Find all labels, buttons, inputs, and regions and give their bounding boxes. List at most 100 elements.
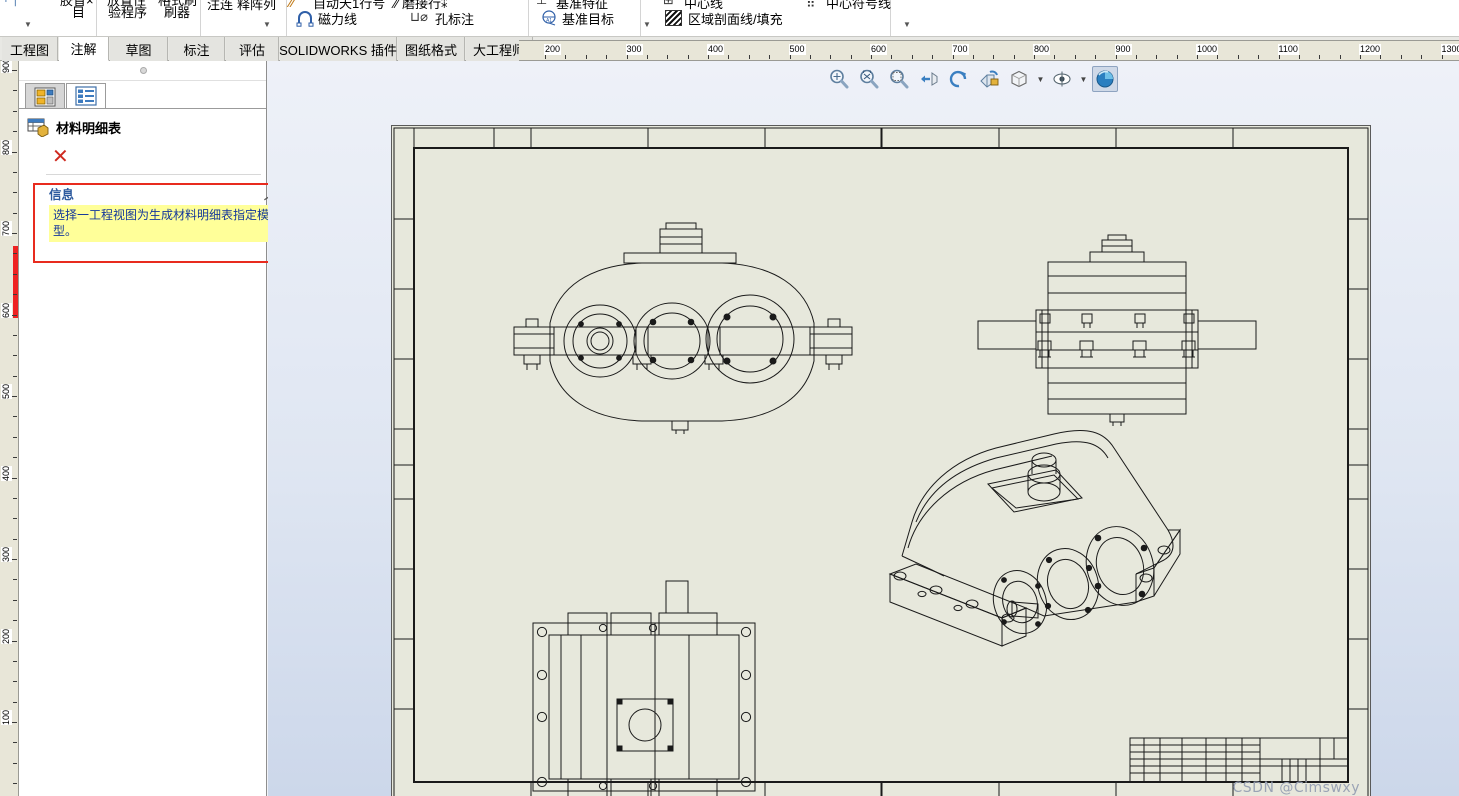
cancel-x-icon[interactable]: ✕ (52, 146, 69, 166)
zoom-in-out-button[interactable] (886, 66, 912, 92)
ribbon-item-label-1[interactable]: 验程序 (108, 2, 147, 21)
apply-scene-icon (1096, 70, 1114, 88)
pin-icon[interactable] (140, 67, 147, 74)
ruler-minor-tick (1319, 55, 1321, 59)
ruler-label: 300 (1, 547, 12, 563)
tab-markup[interactable]: 标注 (169, 37, 225, 61)
section-view-button[interactable] (976, 66, 1002, 92)
horizontal-ruler[interactable]: 200 300 400 500 600 700 800 900 1000 1100 1200 1300 (530, 40, 1459, 61)
ruler-minor-tick (1095, 55, 1097, 59)
vertical-ruler-selection (13, 246, 18, 318)
information-message: 选择一工程视图为生成材料明细表指定模型。 (49, 205, 277, 242)
ruler-minor-tick (565, 55, 567, 59)
block-icon[interactable]: ⊞ (663, 0, 674, 8)
tab-drawing[interactable]: 工程图 (2, 37, 58, 61)
ruler-label: 1100 (1277, 44, 1299, 55)
ribbon-item-label-centermark[interactable]: 中心符号线 (826, 0, 891, 12)
ruler-minor-tick (1054, 55, 1056, 59)
ruler-minor-tick (13, 701, 17, 703)
ruler-minor-tick (13, 212, 17, 214)
ruler-minor-tick (13, 681, 17, 683)
tab-sheet-format[interactable]: 图纸格式 (398, 37, 465, 61)
ruler-label: 500 (1, 384, 12, 400)
svg-text:A1: A1 (546, 18, 552, 24)
isometric-view-gearbox (888, 430, 1181, 647)
ruler-minor-tick (13, 171, 17, 173)
top-view-gearbox (532, 580, 756, 796)
chevron-down-icon[interactable]: ▼ (24, 21, 32, 29)
zoom-to-area-button[interactable] (856, 66, 882, 92)
ribbon-separator (200, 0, 201, 36)
ruler-minor-tick (13, 436, 17, 438)
ruler-minor-tick (13, 579, 17, 581)
ribbon-item-label-area-hatch[interactable]: 区域剖面线/填充 (688, 9, 783, 28)
ruler-minor-tick (13, 497, 17, 499)
ribbon-separator (286, 0, 287, 36)
ruler-label: 400 (1, 465, 12, 481)
ruler-minor-tick (728, 55, 730, 59)
ribbon-item-label-2[interactable]: 刷器 (164, 2, 190, 21)
panel-pin-row[interactable] (19, 61, 266, 81)
ruler-minor-tick (1400, 55, 1402, 59)
feature-manager-tree-tab[interactable] (25, 83, 65, 109)
ruler-minor-tick (911, 55, 913, 59)
ruler-minor-tick (646, 55, 648, 59)
hide-show-items-button[interactable] (1049, 66, 1075, 92)
area-hatch-fill-icon[interactable] (665, 10, 682, 26)
chevron-down-icon[interactable]: ▼ (643, 21, 651, 29)
tab-evaluate[interactable]: 评估 (226, 37, 279, 61)
ruler-minor-tick (667, 55, 669, 59)
datum-target-icon[interactable]: A1 (540, 10, 558, 26)
tab-solidworks-addins[interactable]: SOLIDWORKS 插件 (279, 37, 397, 61)
front-view-gearbox (513, 222, 853, 434)
hole-callout-icon[interactable]: ⊔⌀ (410, 9, 428, 25)
property-manager-tab[interactable] (66, 83, 106, 109)
zoom-to-area-icon (860, 69, 879, 89)
apply-scene-button[interactable] (1092, 66, 1118, 92)
ribbon-separator (640, 0, 641, 36)
ruler-minor-tick (1176, 55, 1178, 59)
graphics-area[interactable]: ▼ ▼ CSDN @Cimswxy (268, 61, 1459, 796)
property-manager-tab-underline (19, 108, 266, 109)
ruler-label: 600 (870, 44, 888, 55)
ruler-minor-tick (769, 55, 771, 59)
chevron-down-icon[interactable]: ▼ (1036, 75, 1045, 84)
ribbon-item-label-datum-target[interactable]: 基准目标 (562, 9, 614, 28)
ruler-minor-tick (13, 294, 17, 296)
magnetic-line-icon[interactable] (296, 11, 314, 27)
ribbon-item-label-0[interactable]: 目 (72, 2, 85, 21)
hide-show-items-icon (1053, 71, 1071, 87)
vertical-ruler[interactable]: 900 800 700 600 500 400 300 200 100 (0, 61, 19, 796)
zoom-to-fit-button[interactable] (826, 66, 852, 92)
ruler-minor-tick (606, 55, 608, 59)
ruler-label: 300 (625, 44, 643, 55)
ribbon-item-label-hole-callout[interactable]: 孔标注 (435, 9, 474, 28)
drawing-sheet[interactable]: CSDN @Cimswxy (391, 125, 1371, 796)
ruler-label: 1300 (1440, 44, 1459, 55)
ribbon-toolbar: ⌐┐ 胶盲× 目 放置性 验程序 格式刷 刷器 注连 释阵列 ⁄⁄ 自动天1行号… (0, 0, 1459, 36)
display-style-button[interactable] (1006, 66, 1032, 92)
title-block (1129, 737, 1349, 783)
ruler-minor-tick (1380, 55, 1382, 59)
information-section: 信息 ︿ 选择一工程视图为生成材料明细表指定模型。 (49, 185, 281, 242)
bom-table-icon (27, 118, 49, 137)
tab-sketch[interactable]: 草图 (110, 37, 168, 61)
chevron-down-icon[interactable]: ▼ (1079, 75, 1088, 84)
zigzag-icon[interactable]: ⁄⁄ (290, 0, 295, 12)
chevron-down-icon[interactable]: ▼ (903, 21, 911, 29)
ruler-minor-tick (932, 55, 934, 59)
datum-feature-icon[interactable]: ⊥ (536, 0, 547, 8)
ribbon-item-label-magnetic-line[interactable]: 磁力线 (318, 9, 357, 28)
ribbon-item-label-3a[interactable]: 注连 (207, 0, 233, 13)
information-section-header[interactable]: 信息 ︿ (49, 185, 281, 202)
previous-view-button[interactable] (916, 66, 942, 92)
chevron-down-icon[interactable]: ▼ (263, 21, 271, 29)
ruler-label: 700 (951, 44, 969, 55)
tab-annotation[interactable]: 注解 (59, 37, 109, 61)
rotate-view-button[interactable] (946, 66, 972, 92)
ribbon-partial-icon[interactable]: ⌐┐ (5, 0, 19, 6)
dots-icon[interactable]: ⣿ (806, 0, 816, 8)
ribbon-item-label-3[interactable]: 释阵列 (237, 0, 276, 13)
ruler-label: 900 (1, 61, 12, 74)
view-toolbar: ▼ ▼ (826, 65, 1118, 93)
